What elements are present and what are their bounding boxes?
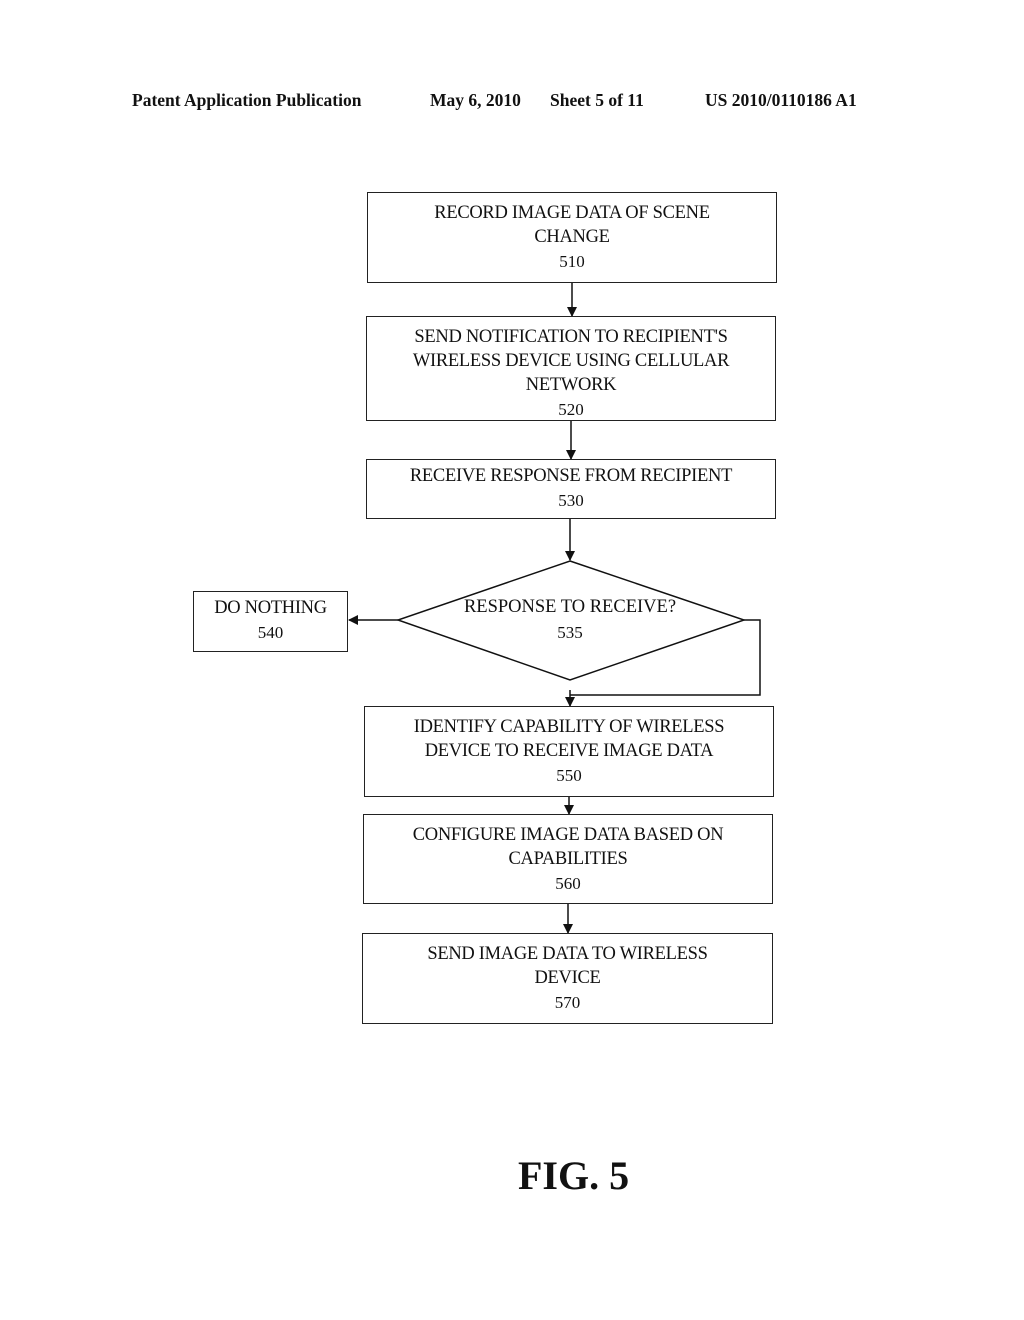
step-number: 535	[557, 623, 583, 642]
step-number: 510	[559, 252, 585, 271]
step-560-configure-image: CONFIGURE IMAGE DATA BASED ON CAPABILITI…	[363, 814, 773, 904]
step-number: 560	[555, 874, 581, 893]
step-540-do-nothing: DO NOTHING 540	[193, 591, 348, 652]
step-530-receive-response: RECEIVE RESPONSE FROM RECIPIENT 530	[366, 459, 776, 519]
step-520-send-notification: SEND NOTIFICATION TO RECIPIENT'S WIRELES…	[366, 316, 776, 421]
step-number: 550	[556, 766, 582, 785]
step-510-record-image: RECORD IMAGE DATA OF SCENE CHANGE 510	[367, 192, 777, 283]
step-number: 570	[554, 993, 581, 1012]
step-550-identify-capability: IDENTIFY CAPABILITY OF WIRELESS DEVICE T…	[364, 706, 774, 797]
step-number: 530	[558, 491, 584, 510]
step-570-send-image: SEND IMAGE DATA TO WIRELESS DEVICE 570	[362, 933, 773, 1024]
step-number: 520	[558, 400, 584, 419]
step-number: 540	[257, 623, 284, 642]
decision-535-label: RESPONSE TO RECEIVE? 535	[420, 594, 720, 646]
figure-label: FIG. 5	[518, 1153, 630, 1198]
